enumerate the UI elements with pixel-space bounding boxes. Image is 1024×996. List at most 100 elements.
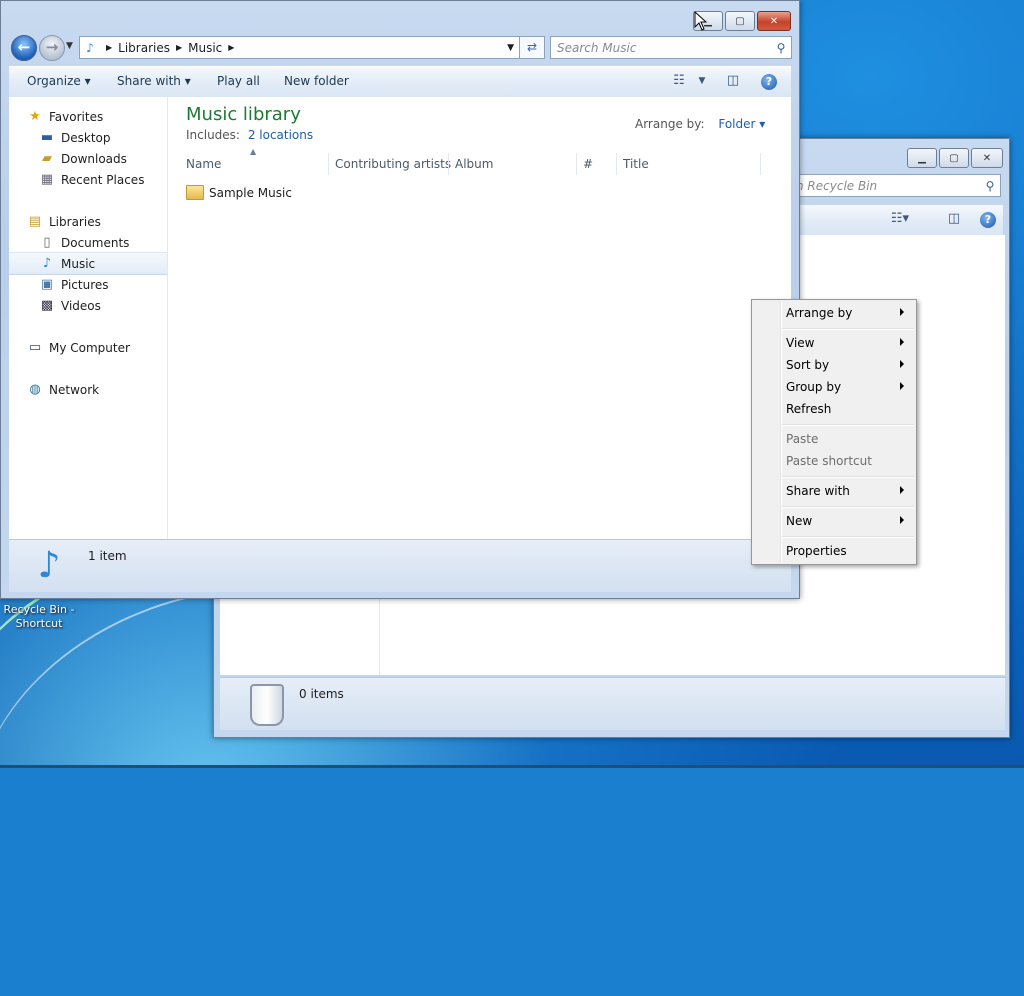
forward-button[interactable]: → [39,35,65,61]
menu-item-view[interactable]: View [786,336,814,350]
menu-item-new[interactable]: New [786,514,812,528]
menu-item-arrange-by[interactable]: Arrange by [786,306,852,320]
preview-pane-icon[interactable]: ◫ [723,72,743,90]
nav-label: Libraries [49,214,101,229]
submenu-arrow-icon [900,486,904,494]
address-bar[interactable]: ♪ ▶ Libraries ▶ Music ▶ ▼ [79,36,521,59]
videos-icon: ▩ [40,298,54,313]
column-name[interactable]: Name [186,157,221,171]
column-divider[interactable] [576,153,577,175]
submenu-arrow-icon [900,338,904,346]
locations-link[interactable]: 2 locations [248,128,313,142]
nav-item-my-computer[interactable]: ▭ My Computer [9,337,167,358]
menu-item-share-with[interactable]: Share with [786,484,850,498]
nav-item-music[interactable]: ♪ Music [9,252,167,275]
nav-label: Pictures [61,277,109,292]
close-button[interactable]: ✕ [757,11,791,31]
nav-item-desktop[interactable]: ▬ Desktop [9,127,167,148]
address-dropdown-icon[interactable]: ▼ [507,43,514,53]
organize-button[interactable]: Organize ▾ [27,74,91,88]
view-options-icon[interactable]: ☷ [669,72,689,90]
nav-item-favorites[interactable]: ★ Favorites [9,106,167,127]
new-folder-button[interactable]: New folder [284,74,349,88]
navigation-bar: ← → ▼ ♪ ▶ Libraries ▶ Music ▶ ▼ ⇄ Search… [7,33,793,61]
column-title[interactable]: Title [623,157,649,171]
recycle-bin-shortcut-label[interactable]: Recycle Bin - Shortcut [2,603,76,631]
preview-pane-icon[interactable]: ◫ [944,210,964,228]
column-number[interactable]: # [583,157,593,171]
column-divider[interactable] [448,153,449,175]
mouse-cursor-icon [694,11,708,31]
column-headers: ▲ Name Contributing artists Album # Titl… [168,147,768,175]
search-icon[interactable]: ⚲ [771,41,791,55]
downloads-folder-icon: ▰ [42,151,52,166]
desktop-icon: ▬ [40,130,54,145]
nav-item-libraries[interactable]: ▤ Libraries [9,211,167,232]
menu-separator [782,476,914,478]
share-with-button[interactable]: Share with ▾ [117,74,191,88]
help-icon[interactable]: ? [980,212,996,228]
details-pane: ♪ 1 item [9,539,791,592]
nav-item-downloads[interactable]: ▰ Downloads [9,148,167,169]
maximize-button[interactable]: ▢ [939,148,969,168]
search-input[interactable]: Search Music [551,41,771,55]
arrange-by: Arrange by: Folder ▾ [635,117,765,131]
search-box[interactable]: h Recycle Bin ⚲ [789,174,1001,197]
breadcrumb-music[interactable]: Music [188,41,222,55]
menu-item-paste-shortcut[interactable]: Paste shortcut [786,454,872,468]
menu-separator [782,536,914,538]
item-count: 0 items [299,687,344,701]
nav-item-network[interactable]: ◍ Network [9,379,167,400]
nav-item-documents[interactable]: ▯ Documents [9,232,167,253]
recent-pages-dropdown[interactable]: ▼ [66,41,73,51]
column-divider[interactable] [760,153,761,175]
menu-item-sort-by[interactable]: Sort by [786,358,829,372]
window-caption-buttons: ▁ ▢ ✕ [907,148,1003,168]
column-divider[interactable] [328,153,329,175]
music-library-window[interactable]: ▁ ▢ ✕ ← → ▼ ♪ ▶ Libraries ▶ Music ▶ ▼ ⇄ … [0,0,800,599]
menu-item-refresh[interactable]: Refresh [786,402,831,416]
menu-item-group-by[interactable]: Group by [786,380,841,394]
column-contributing-artists[interactable]: Contributing artists [335,157,451,171]
column-album[interactable]: Album [455,157,493,171]
maximize-button[interactable]: ▢ [725,11,755,31]
view-options-icon[interactable]: ☷▾ [890,210,910,228]
help-icon[interactable]: ? [761,74,777,90]
nav-label: My Computer [49,340,130,355]
refresh-button[interactable]: ⇄ [519,36,545,59]
file-name: Sample Music [209,185,292,200]
menu-item-properties[interactable]: Properties [786,544,847,558]
menu-separator [782,506,914,508]
chevron-right-icon[interactable]: ▶ [228,43,234,52]
details-pane: 0 items [220,677,1005,730]
submenu-arrow-icon [900,382,904,390]
file-list-area[interactable]: Music library Includes: 2 locations Arra… [168,97,791,539]
library-title: Music library [186,104,301,125]
context-menu: Arrange by View Sort by Group by Refresh… [751,299,917,565]
chevron-right-icon[interactable]: ▶ [176,43,182,52]
back-button[interactable]: ← [11,35,37,61]
view-dropdown-icon[interactable]: ▼ [692,72,712,90]
nav-item-pictures[interactable]: ▣ Pictures [9,274,167,295]
computer-icon: ▭ [28,340,42,355]
chevron-right-icon[interactable]: ▶ [106,43,112,52]
play-all-button[interactable]: Play all [217,74,260,88]
item-count: 1 item [88,549,127,563]
includes-label: Includes: [186,128,240,142]
close-button[interactable]: ✕ [971,148,1003,168]
search-icon[interactable]: ⚲ [980,179,1000,193]
nav-label: Desktop [61,130,111,145]
nav-item-videos[interactable]: ▩ Videos [9,295,167,316]
column-divider[interactable] [616,153,617,175]
nav-label: Recent Places [61,172,145,187]
arrange-by-dropdown[interactable]: Folder ▾ [718,117,765,131]
search-box[interactable]: Search Music ⚲ [550,36,792,59]
nav-item-recent-places[interactable]: ▦ Recent Places [9,169,167,190]
nav-label: Network [49,382,100,397]
navigation-pane: ★ Favorites ▬ Desktop ▰ Downloads ▦ Rece… [9,97,168,539]
breadcrumb-libraries[interactable]: Libraries [118,41,170,55]
list-item[interactable]: Sample Music [186,185,292,200]
search-input[interactable]: h Recycle Bin [790,179,980,193]
minimize-button[interactable]: ▁ [907,148,937,168]
menu-item-paste[interactable]: Paste [786,432,818,446]
